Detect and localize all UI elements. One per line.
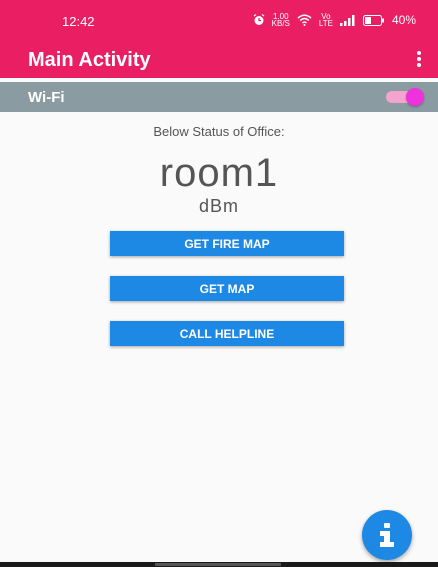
battery-icon (362, 14, 385, 26)
wifi-label: Wi-Fi (28, 89, 65, 106)
cell-signal-icon (339, 14, 356, 26)
call-helpline-button[interactable]: CALL HELPLINE (110, 321, 344, 346)
get-map-button[interactable]: GET MAP (110, 276, 344, 301)
wifi-row: Wi-Fi (0, 82, 438, 112)
wifi-signal-icon (297, 14, 312, 26)
net-speed-unit: KB/S (271, 19, 290, 28)
alarm-icon (253, 14, 265, 26)
status-bar: 12:42 1.00 KB/S Vo LTE 40% (0, 0, 438, 42)
wifi-toggle[interactable] (386, 88, 424, 106)
volte-badge: Vo LTE (318, 13, 333, 28)
more-vert-icon[interactable] (416, 51, 422, 69)
info-fab-button[interactable] (362, 510, 412, 560)
room-name: room1 (159, 151, 279, 195)
home-indicator[interactable] (155, 563, 281, 566)
navigation-bar (0, 562, 438, 567)
status-heading: Below Status of Office: (153, 124, 285, 139)
info-icon (378, 523, 396, 552)
toggle-thumb (406, 88, 424, 106)
net-speed: 1.00 KB/S (271, 13, 290, 28)
app-title: Main Activity (28, 49, 151, 71)
status-time: 12:42 (62, 14, 95, 29)
signal-unit: dBm (198, 196, 239, 216)
status-icons: 1.00 KB/S Vo LTE 40% (253, 13, 416, 28)
get-fire-map-button[interactable]: GET FIRE MAP (110, 231, 344, 256)
app-bar: Main Activity (0, 42, 438, 78)
volte-bottom: LTE (318, 19, 333, 28)
battery-percent: 40% (391, 13, 416, 27)
